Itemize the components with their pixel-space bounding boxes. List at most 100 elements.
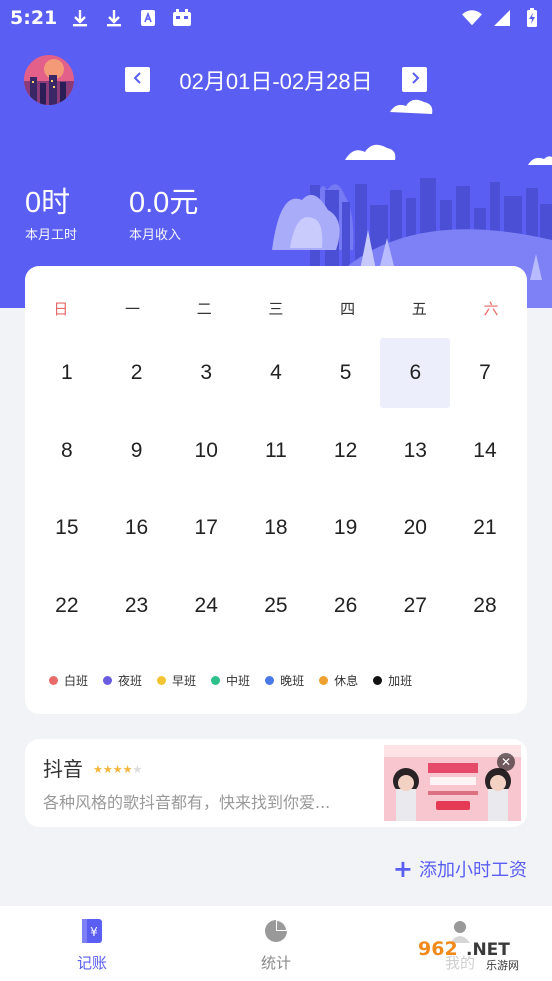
ad-image[interactable]: ✕ <box>384 745 521 821</box>
calendar-day[interactable]: 3 <box>171 338 241 408</box>
legend-label: 夜班 <box>118 674 143 688</box>
svg-text:962: 962 <box>418 938 458 960</box>
legend-item: 白班 <box>49 672 88 689</box>
calendar-day[interactable]: 5 <box>311 338 381 408</box>
add-hourly-wage-button[interactable]: + 添加小时工资 <box>393 856 527 882</box>
calendar-day[interactable]: 4 <box>241 338 311 408</box>
legend-label: 加班 <box>388 674 413 688</box>
calendar-day[interactable]: 19 <box>311 493 381 563</box>
prev-month-button[interactable] <box>125 67 150 92</box>
header-banner: 5:21 02月01日-02月28日 0时 本月工时 0.0元 本月收入 <box>0 0 552 308</box>
wifi-icon <box>462 8 482 28</box>
legend-label: 早班 <box>172 674 197 688</box>
legend-label: 中班 <box>226 674 251 688</box>
legend-item: 加班 <box>373 672 412 689</box>
svg-text:.NET: .NET <box>466 940 510 960</box>
pie-chart-icon <box>263 918 289 944</box>
calendar-day[interactable]: 7 <box>450 338 520 408</box>
calendar-day[interactable]: 26 <box>311 571 381 641</box>
monthly-hours-value: 0时 <box>25 187 71 219</box>
calendar-grid: 1 2 3 4 5 6 7 8 9 10 11 12 13 14 15 16 1… <box>32 338 520 648</box>
weekday-tue: 二 <box>196 300 212 318</box>
calendar-day[interactable]: 11 <box>241 416 311 486</box>
weekday-mon: 一 <box>125 300 141 318</box>
download-icon <box>104 8 124 28</box>
legend-dot <box>49 676 58 685</box>
ad-description: 各种风格的歌抖音都有，快来找到你爱... <box>43 793 331 812</box>
svg-text:¥: ¥ <box>90 925 98 939</box>
add-hourly-wage-label: 添加小时工资 <box>419 860 527 881</box>
chevron-right-icon <box>409 70 421 89</box>
legend-dot <box>319 676 329 685</box>
legend-item: 晚班 <box>265 672 304 689</box>
calendar-day[interactable]: 27 <box>380 571 450 641</box>
weekday-sat: 六 <box>483 300 499 318</box>
calendar-day[interactable]: 17 <box>171 493 241 563</box>
legend-item: 早班 <box>157 672 196 689</box>
calendar-card: 日 一 二 三 四 五 六 1 2 3 4 5 6 7 8 9 10 11 12… <box>25 266 527 714</box>
calendar-day[interactable]: 9 <box>102 416 172 486</box>
weekday-wed: 三 <box>268 300 284 318</box>
tab-label: 记账 <box>76 954 107 972</box>
monthly-income-label: 本月收入 <box>129 228 182 243</box>
site-watermark-logo: 962 .NET 乐游网 <box>410 933 546 973</box>
calendar-day[interactable]: 13 <box>380 416 450 486</box>
calendar-day[interactable]: 24 <box>171 571 241 641</box>
legend-dot <box>157 676 167 685</box>
svg-text:乐游网: 乐游网 <box>486 959 519 972</box>
close-icon[interactable]: ✕ <box>497 753 515 771</box>
calendar-day[interactable]: 21 <box>450 493 520 563</box>
calendar-day[interactable]: 15 <box>32 493 102 563</box>
legend-item: 夜班 <box>103 672 142 689</box>
calendar-day[interactable]: 18 <box>241 493 311 563</box>
status-time: 5:21 <box>10 7 58 29</box>
weekday-sun: 日 <box>53 300 69 318</box>
legend-dot <box>373 676 383 685</box>
calendar-day[interactable]: 1 <box>32 338 102 408</box>
calendar-day[interactable]: 10 <box>171 416 241 486</box>
weekday-thu: 四 <box>340 300 356 318</box>
monthly-income-stat: 0.0元 本月收入 <box>129 186 198 243</box>
calendar-day[interactable]: 2 <box>102 338 172 408</box>
calendar-day[interactable]: 28 <box>450 571 520 641</box>
calendar-week: 1 2 3 4 5 6 7 <box>32 338 520 416</box>
weekday-fri: 五 <box>411 300 427 318</box>
calendar-day[interactable]: 22 <box>32 571 102 641</box>
download-icon <box>70 8 90 28</box>
weekday-header: 日 一 二 三 四 五 六 <box>25 298 527 319</box>
monthly-hours-label: 本月工时 <box>25 228 78 243</box>
tab-label: 统计 <box>260 954 291 972</box>
legend-item: 中班 <box>211 672 250 689</box>
legend-label: 晚班 <box>280 674 305 688</box>
ad-rating-stars: ★★★★★ <box>93 763 143 776</box>
avatar[interactable] <box>24 55 74 105</box>
ad-banner[interactable]: 抖音 ★★★★★ 各种风格的歌抖音都有，快来找到你爱... ✕ <box>25 739 527 827</box>
legend-dot <box>265 676 275 685</box>
calendar-day[interactable]: 25 <box>241 571 311 641</box>
calendar-week: 22 23 24 25 26 27 28 <box>32 571 520 649</box>
legend-label: 休息 <box>334 674 359 688</box>
calendar-day[interactable]: 8 <box>32 416 102 486</box>
calendar-week: 8 9 10 11 12 13 14 <box>32 416 520 494</box>
calendar-day[interactable]: 16 <box>102 493 172 563</box>
chevron-left-icon <box>132 70 144 89</box>
calendar-day-selected[interactable]: 6 <box>380 338 451 408</box>
calendar-day[interactable]: 20 <box>380 493 450 563</box>
ledger-icon: ¥ <box>79 918 105 944</box>
calendar-day[interactable]: 12 <box>311 416 381 486</box>
legend-dot <box>103 676 113 685</box>
calendar-day[interactable]: 23 <box>102 571 172 641</box>
ad-title: 抖音 <box>43 757 83 781</box>
legend-label: 白班 <box>64 674 89 688</box>
status-bar: 5:21 <box>0 0 552 38</box>
monthly-income-value: 0.0元 <box>129 187 199 219</box>
tab-ledger[interactable]: ¥ 记账 <box>0 906 184 981</box>
monthly-hours-stat: 0时 本月工时 <box>25 186 77 243</box>
calendar-day[interactable]: 14 <box>450 416 520 486</box>
tab-statistics[interactable]: 统计 <box>184 906 368 981</box>
legend-dot <box>211 676 221 685</box>
calendar-week: 15 16 17 18 19 20 21 <box>32 493 520 571</box>
signal-icon <box>492 8 512 28</box>
next-month-button[interactable] <box>402 67 427 92</box>
legend-item: 休息 <box>319 672 358 689</box>
